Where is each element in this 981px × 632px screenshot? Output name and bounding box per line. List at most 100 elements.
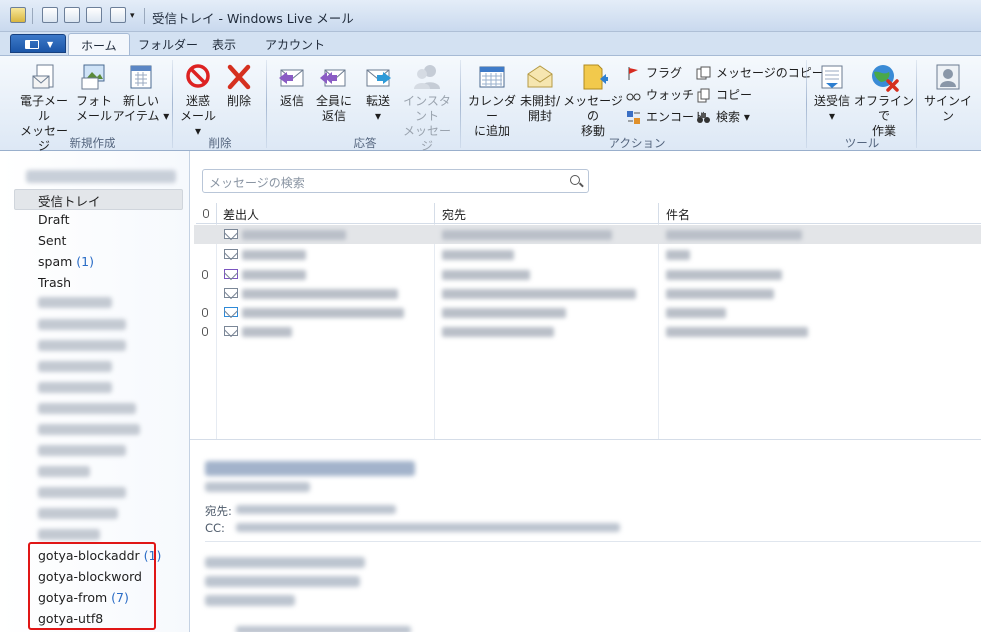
- separator: [460, 60, 461, 148]
- blurred-folder[interactable]: [38, 466, 90, 477]
- group-label-actions: アクション: [608, 136, 666, 150]
- separator: [144, 8, 145, 24]
- group-label-respond: 応答: [353, 136, 377, 150]
- highlight-box: [28, 542, 156, 630]
- menu-icon: [25, 40, 39, 49]
- message-row[interactable]: [194, 265, 981, 284]
- chevron-down-icon: ▾: [374, 109, 382, 123]
- account-name-blurred: [26, 170, 176, 183]
- send-receive-button[interactable]: 送受信 ▾: [810, 62, 854, 124]
- calendar-icon: [479, 66, 505, 88]
- photo-email-button[interactable]: フォト メール: [76, 62, 112, 124]
- chevron-down-icon: ▾: [828, 109, 836, 123]
- separator: [266, 60, 267, 148]
- tab-folder[interactable]: フォルダー: [138, 36, 198, 53]
- column-subject[interactable]: 件名: [666, 206, 690, 223]
- blurred-folder[interactable]: [38, 403, 136, 414]
- sign-in-button[interactable]: サインイン: [921, 62, 975, 124]
- new-item-label-2: アイテム ▾: [112, 109, 170, 123]
- flag-button[interactable]: フラグ: [626, 64, 682, 82]
- move-message-button[interactable]: メッセージの 移動: [562, 62, 624, 139]
- work-offline-button[interactable]: オフラインで 作業: [854, 62, 914, 139]
- unread-label-1: 未開封/: [519, 94, 561, 108]
- message-row[interactable]: [194, 245, 981, 264]
- folder-draft[interactable]: Draft: [38, 212, 70, 227]
- reply-button[interactable]: 返信: [274, 62, 310, 109]
- blurred-folder[interactable]: [38, 445, 126, 456]
- envelope-icon: [224, 249, 238, 259]
- ribbon: 電子メール メッセージ フォト メール 新しい アイテム ▾ 新規作成 迷惑 メ…: [0, 55, 981, 153]
- attachment-icon: [202, 327, 208, 336]
- blurred-folder[interactable]: [38, 424, 140, 435]
- blurred-folder[interactable]: [38, 340, 126, 351]
- file-menu-button[interactable]: ▼: [10, 34, 66, 53]
- copy-message-icon: [696, 66, 711, 80]
- tab-home[interactable]: ホーム: [68, 33, 130, 56]
- new-email-icon: [32, 64, 54, 89]
- photo-email-label-1: フォト: [76, 94, 113, 108]
- unread-read-button[interactable]: 未開封/ 開封: [518, 62, 562, 124]
- message-row[interactable]: [194, 303, 981, 322]
- junk-icon: [186, 64, 210, 88]
- copy-message-button[interactable]: メッセージのコピー: [696, 64, 824, 82]
- print-icon[interactable]: [110, 7, 126, 23]
- attachment-icon: [202, 270, 208, 279]
- attachment-icon: [202, 308, 208, 317]
- message-row[interactable]: [194, 225, 981, 244]
- search-icon[interactable]: [570, 175, 580, 185]
- attachment-column-icon[interactable]: [203, 209, 209, 218]
- forward-button[interactable]: 転送 ▾: [358, 62, 398, 124]
- envelope-icon: [224, 326, 238, 336]
- column-divider: [434, 203, 435, 224]
- folder-spam[interactable]: spam (1): [38, 254, 94, 269]
- group-label-tools: ツール: [844, 136, 880, 150]
- offline-label-1: オフラインで: [854, 94, 915, 123]
- app-icon: [10, 7, 26, 23]
- separator: [916, 60, 917, 148]
- blurred-folder[interactable]: [38, 508, 118, 519]
- add-to-calendar-button[interactable]: カレンダー に追加: [466, 62, 518, 139]
- reply-all-label-2: 返信: [321, 109, 346, 123]
- message-row[interactable]: [194, 322, 981, 341]
- unread-count: (1): [76, 254, 94, 269]
- column-from[interactable]: 差出人: [223, 206, 259, 223]
- reply-all-button[interactable]: 全員に 返信: [312, 62, 356, 124]
- quick-access-dropdown-icon[interactable]: ▾: [130, 11, 135, 29]
- folder-inbox[interactable]: 受信トレイ: [38, 191, 101, 210]
- group-label-new: 新規作成: [69, 136, 116, 150]
- watch-button[interactable]: ウォッチ: [626, 86, 694, 104]
- folder-trash[interactable]: Trash: [38, 275, 71, 290]
- blurred-folder[interactable]: [38, 382, 112, 393]
- blurred-folder[interactable]: [38, 297, 112, 308]
- preview-sender-blurred: [205, 482, 310, 492]
- encode-button[interactable]: エンコード: [626, 108, 706, 126]
- message-row[interactable]: [194, 284, 981, 303]
- envelope-icon: [224, 229, 238, 239]
- send-receive-label: 送受信: [813, 94, 850, 108]
- reply-quick-icon[interactable]: [64, 7, 80, 23]
- tab-account[interactable]: アカウント: [265, 36, 325, 53]
- tab-view[interactable]: 表示: [212, 36, 236, 53]
- junk-mail-button[interactable]: 迷惑 メール ▾: [176, 62, 220, 139]
- blurred-folder[interactable]: [38, 319, 126, 330]
- encode-icon: [627, 111, 640, 124]
- folder-sent[interactable]: Sent: [38, 233, 66, 248]
- blurred-folder[interactable]: [38, 487, 126, 498]
- window-title: 受信トレイ - Windows Live メール: [152, 11, 354, 26]
- new-item-button[interactable]: 新しい アイテム ▾: [112, 62, 170, 124]
- blurred-folder[interactable]: [38, 529, 100, 540]
- copy-button[interactable]: コピー: [696, 86, 752, 104]
- new-message-icon[interactable]: [42, 7, 58, 23]
- search-box[interactable]: メッセージの検索: [202, 169, 589, 193]
- send-receive-quick-icon[interactable]: [86, 7, 102, 23]
- find-button[interactable]: 検索 ▾: [696, 108, 750, 126]
- blurred-folder[interactable]: [38, 361, 112, 372]
- calendar-label-1: カレンダー: [467, 94, 516, 123]
- calendar-label-2: に追加: [473, 124, 510, 138]
- column-to[interactable]: 宛先: [442, 206, 466, 223]
- reply-all-icon: [320, 69, 346, 87]
- separator: [806, 60, 807, 148]
- delete-button[interactable]: 削除: [222, 62, 256, 109]
- photo-email-label-2: メール: [76, 109, 113, 123]
- globe-offline-icon: [872, 65, 899, 92]
